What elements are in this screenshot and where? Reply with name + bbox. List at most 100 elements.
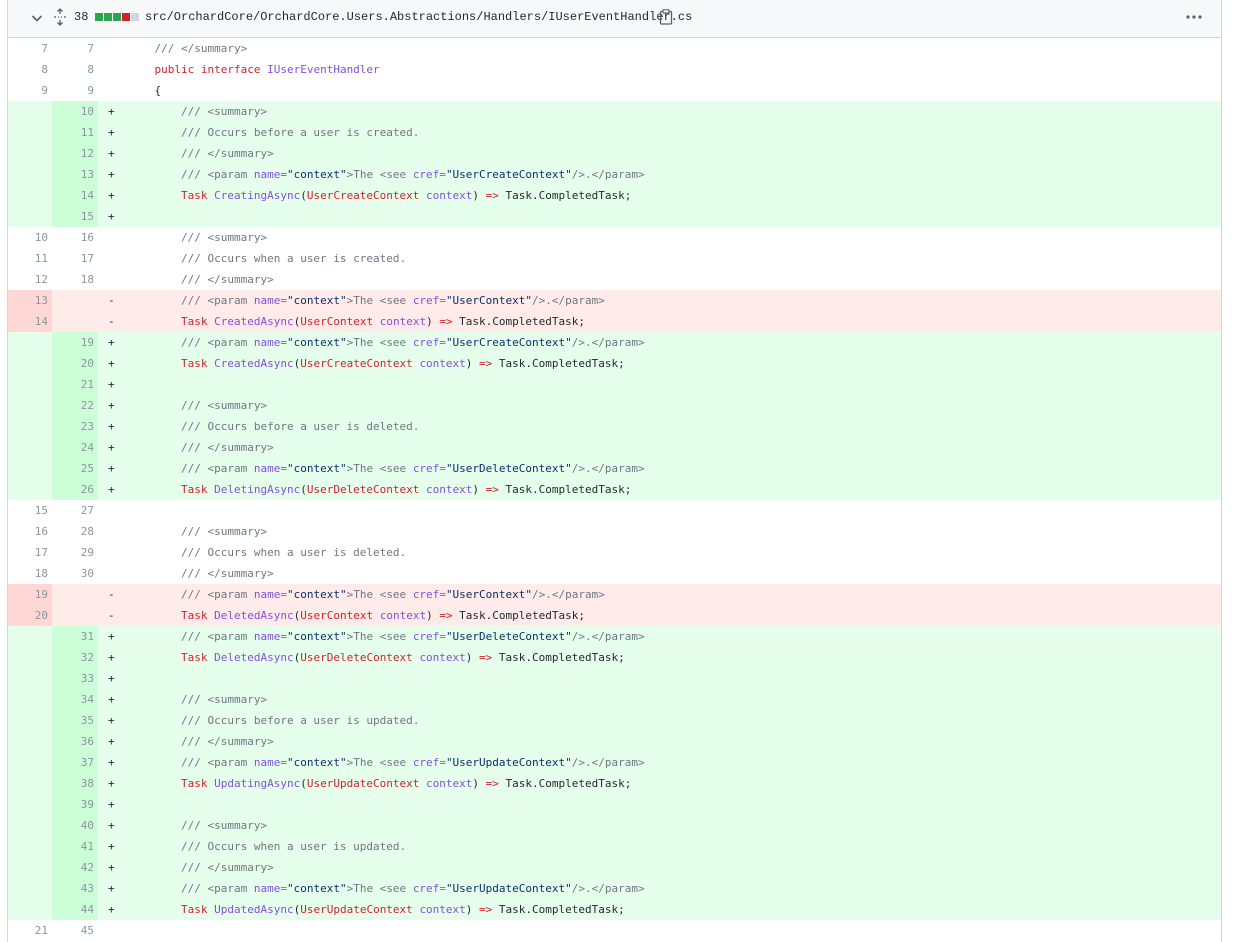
new-line-number[interactable]: 35	[52, 710, 98, 731]
new-line-number[interactable]: 30	[52, 563, 98, 584]
old-line-number[interactable]: 12	[8, 269, 52, 290]
new-line-number[interactable]: 8	[52, 59, 98, 80]
new-line-number[interactable]: 16	[52, 227, 98, 248]
code-token: context	[419, 651, 466, 664]
new-line-number[interactable]: 26	[52, 479, 98, 500]
new-line-number[interactable]: 10	[52, 101, 98, 122]
old-line-number[interactable]: 18	[8, 563, 52, 584]
new-line-number[interactable]: 45	[52, 920, 98, 941]
new-line-number[interactable]: 38	[52, 773, 98, 794]
old-line-number[interactable]: 15	[8, 500, 52, 521]
code-token: Task.CompletedTask;	[452, 315, 586, 328]
context-line: 16 28 /// <summary>	[8, 521, 1221, 542]
code-token: >The <see	[346, 294, 413, 307]
new-line-number[interactable]: 41	[52, 836, 98, 857]
added-line: 43 + /// <param name="context">The <see c…	[8, 878, 1221, 899]
new-line-number[interactable]: 14	[52, 185, 98, 206]
chevron-down-icon[interactable]	[29, 10, 45, 26]
code-token: cref	[412, 882, 440, 895]
old-line-number[interactable]: 13	[8, 290, 52, 311]
new-line-number[interactable]: 15	[52, 206, 98, 227]
code-token: Task.CompletedTask;	[498, 189, 632, 202]
new-line-number[interactable]: 20	[52, 353, 98, 374]
new-line-number[interactable]: 31	[52, 626, 98, 647]
old-line-number[interactable]: 19	[8, 584, 52, 605]
old-line-number[interactable]: 11	[8, 248, 52, 269]
deleted-line: 14 - Task CreatedAsync(UserContext contex…	[8, 311, 1221, 332]
new-line-number[interactable]: 44	[52, 899, 98, 920]
code-token: /// <param	[180, 756, 254, 769]
new-line-number[interactable]: 28	[52, 521, 98, 542]
file-path[interactable]: src/OrchardCore/OrchardCore.Users.Abstra…	[145, 10, 692, 24]
new-line-number[interactable]: 7	[52, 38, 98, 59]
code-token: {	[128, 84, 162, 97]
new-line-number[interactable]: 40	[52, 815, 98, 836]
code-content: Task CreatedAsync(UserContext context) =…	[124, 311, 1221, 332]
new-line-number[interactable]: 33	[52, 668, 98, 689]
added-line: 35 + /// Occurs before a user is updated.	[8, 710, 1221, 731]
new-line-number[interactable]: 23	[52, 416, 98, 437]
code-token: name	[253, 882, 281, 895]
old-line-number[interactable]: 20	[8, 605, 52, 626]
new-line-number[interactable]: 11	[52, 122, 98, 143]
new-line-number[interactable]: 42	[52, 857, 98, 878]
new-line-number[interactable]: 18	[52, 269, 98, 290]
code-token: )	[465, 651, 480, 664]
new-line-number[interactable]: 43	[52, 878, 98, 899]
new-line-number[interactable]: 13	[52, 164, 98, 185]
new-line-number[interactable]: 9	[52, 80, 98, 101]
code-token: )	[426, 315, 440, 328]
code-token: name	[253, 462, 281, 475]
code-token: />.</param>	[571, 462, 645, 475]
diff-marker: -	[108, 294, 115, 307]
old-line-number[interactable]: 21	[8, 920, 52, 941]
new-line-number[interactable]: 39	[52, 794, 98, 815]
old-line-number[interactable]: 14	[8, 311, 52, 332]
code-token: /// </summary>	[180, 735, 274, 748]
code-content: /// <param name="context">The <see cref=…	[124, 584, 1221, 605]
old-line-number[interactable]: 17	[8, 542, 52, 563]
old-line-number[interactable]: 8	[8, 59, 52, 80]
new-line-number[interactable]: 32	[52, 647, 98, 668]
old-line-number[interactable]: 16	[8, 521, 52, 542]
code-token: Task	[180, 189, 208, 202]
new-line-number[interactable]: 21	[52, 374, 98, 395]
code-token: /// Occurs before a user is deleted.	[180, 420, 420, 433]
code-token: "UserCreateContext"	[445, 336, 572, 349]
code-content: /// Occurs before a user is created.	[124, 122, 1221, 143]
code-token: =	[439, 462, 446, 475]
new-line-number[interactable]: 17	[52, 248, 98, 269]
code-token: (	[300, 189, 307, 202]
new-line-number[interactable]: 22	[52, 395, 98, 416]
unfold-icon[interactable]	[52, 8, 68, 26]
kebab-horizontal-icon[interactable]	[1184, 11, 1204, 23]
code-token: Task	[180, 651, 208, 664]
new-line-number[interactable]: 37	[52, 752, 98, 773]
code-token: /// <param	[180, 168, 254, 181]
old-line-number[interactable]: 10	[8, 227, 52, 248]
deleted-line: 13- /// <param name="context">The <see c…	[8, 290, 1221, 311]
code-token: =>	[485, 483, 499, 496]
old-line-number[interactable]: 9	[8, 80, 52, 101]
new-line-number[interactable]: 24	[52, 437, 98, 458]
code-token: "context"	[286, 882, 347, 895]
new-line-number[interactable]: 34	[52, 689, 98, 710]
old-line-number[interactable]: 7	[8, 38, 52, 59]
code-token: "context"	[286, 588, 347, 601]
diff-marker: +	[108, 819, 115, 832]
new-line-number[interactable]: 29	[52, 542, 98, 563]
new-line-number[interactable]: 12	[52, 143, 98, 164]
new-line-number[interactable]: 19	[52, 332, 98, 353]
copy-icon[interactable]	[659, 9, 673, 25]
code-token: =	[439, 882, 446, 895]
new-line-number[interactable]: 25	[52, 458, 98, 479]
new-line-number[interactable]: 27	[52, 500, 98, 521]
new-line-number[interactable]: 36	[52, 731, 98, 752]
